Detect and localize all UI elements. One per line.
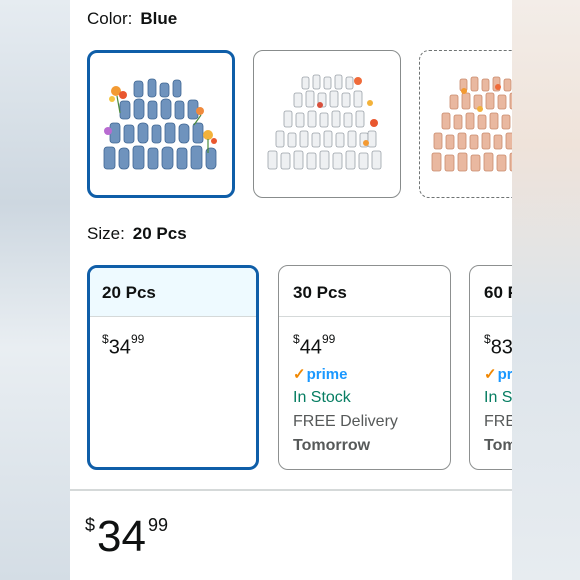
size-option-60-pcs[interactable]: 60 Pcs $83 ✓prime In Stock FREE Delivery…	[469, 265, 512, 470]
price-cents: 99	[147, 515, 168, 535]
prime-check-icon: ✓	[293, 365, 306, 383]
stock-status: In Stock	[484, 388, 512, 406]
price-dollars: 34	[97, 512, 146, 561]
prime-badge: ✓prime	[293, 365, 348, 383]
product-variation-panel: Color: Blue Size: 20 Pcs 20 Pcs $3499 30…	[70, 0, 512, 580]
backdrop-right	[510, 0, 580, 580]
color-label-text: Color:	[87, 9, 133, 28]
size-option-price: $83	[484, 332, 512, 359]
product-price: $34 99	[85, 512, 168, 570]
size-option-title: 30 Pcs	[279, 266, 450, 317]
size-label-text: Size:	[87, 224, 125, 243]
prime-check-icon: ✓	[484, 365, 497, 383]
stock-status: In Stock	[293, 388, 351, 406]
delivery-text: FREE Delivery	[484, 412, 512, 430]
color-swatch-amber[interactable]	[419, 50, 512, 198]
amber-vases-image	[431, 76, 512, 172]
size-selected-value: 20 Pcs	[132, 224, 187, 243]
color-swatch-blue[interactable]	[87, 50, 235, 198]
price-currency: $	[85, 515, 96, 535]
size-option-20-pcs[interactable]: 20 Pcs $3499	[87, 265, 259, 470]
size-option-title: 20 Pcs	[90, 268, 256, 317]
size-option-30-pcs[interactable]: 30 Pcs $4499 ✓prime In Stock FREE Delive…	[278, 265, 451, 470]
delivery-text: FREE Delivery	[293, 412, 398, 430]
section-divider	[70, 489, 512, 491]
delivery-date: Tomorrow	[484, 436, 512, 454]
color-label: Color: Blue	[87, 9, 177, 29]
size-label: Size: 20 Pcs	[87, 224, 187, 244]
color-selected-value: Blue	[140, 9, 178, 28]
color-swatch-clear[interactable]	[253, 50, 401, 198]
blue-vases-image	[103, 78, 217, 170]
backdrop-left	[0, 0, 70, 580]
prime-badge: ✓prime	[484, 365, 512, 383]
size-option-price: $3499	[102, 332, 145, 359]
delivery-date: Tomorrow	[293, 436, 371, 454]
size-option-price: $4499	[293, 332, 336, 359]
size-option-title: 60 Pcs	[470, 266, 512, 317]
clear-vases-image	[267, 74, 382, 170]
